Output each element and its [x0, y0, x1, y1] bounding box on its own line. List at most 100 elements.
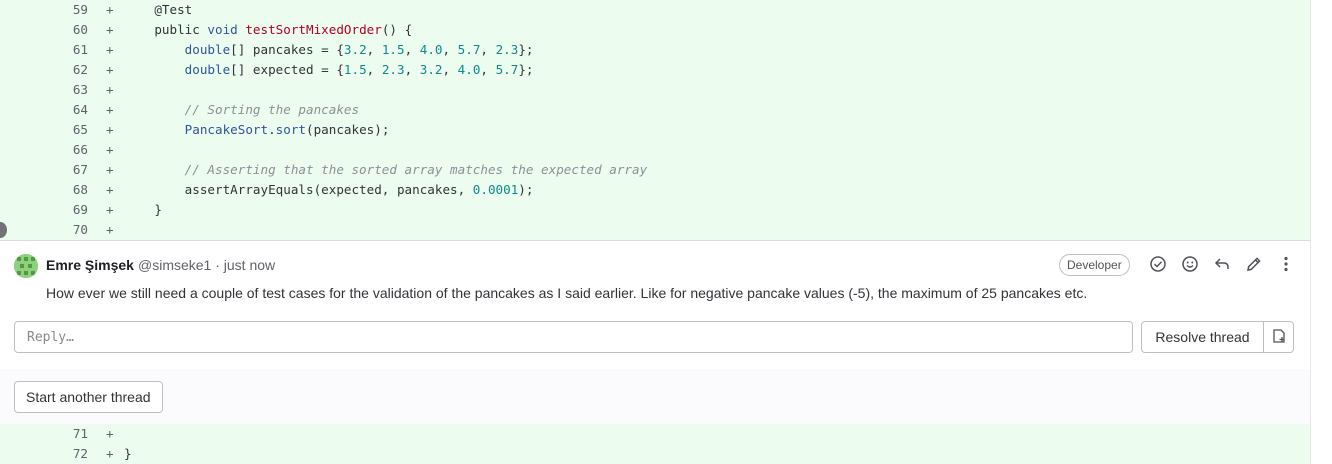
code-token: double	[184, 42, 231, 57]
line-number[interactable]: 69	[45, 200, 90, 220]
code-token: ,	[480, 62, 496, 77]
resolve-thread-button[interactable]: Resolve thread	[1141, 321, 1264, 353]
code-token: PancakeSort	[184, 122, 269, 137]
code-text: }	[124, 200, 162, 220]
diff-line: 69 + }	[0, 200, 1310, 220]
diff-code-block-bottom: 71 +72 +}	[0, 424, 1310, 464]
added-line-marker: +	[106, 202, 114, 217]
added-line-marker: +	[106, 82, 114, 97]
discussion-note: Emre Şimşek @simseke1 · just now Develop…	[0, 241, 1310, 369]
right-gutter	[1310, 0, 1332, 464]
code-token: assertArrayEquals(expected, pancakes,	[184, 182, 473, 197]
added-line-marker: +	[106, 162, 114, 177]
role-badge: Developer	[1059, 254, 1130, 276]
code-token: double	[184, 62, 231, 77]
code-token: 0.0001	[472, 182, 519, 197]
line-number[interactable]: 65	[45, 120, 90, 140]
added-line-marker: +	[106, 122, 114, 137]
code-token: 2.3	[381, 62, 405, 77]
code-text: }	[124, 444, 132, 464]
code-token: // Sorting the pancakes	[184, 102, 360, 117]
added-line-marker: +	[106, 102, 114, 117]
code-token: ,	[442, 42, 458, 57]
diff-line: 67 + // Asserting that the sorted array m…	[0, 160, 1310, 180]
code-token: 1.5	[381, 42, 405, 57]
line-number[interactable]: 72	[45, 444, 90, 464]
diff-line: 64 + // Sorting the pancakes	[0, 100, 1310, 120]
code-text: PancakeSort.sort(pancakes);	[124, 120, 390, 140]
code-text: double[] expected = {1.5, 2.3, 3.2, 4.0,…	[124, 60, 534, 80]
code-token: testSortMixedOrder	[245, 22, 382, 37]
code-token: ,	[404, 42, 420, 57]
line-number[interactable]: 71	[45, 424, 90, 444]
discussion-thread: Emre Şimşek @simseke1 · just now Develop…	[0, 240, 1310, 424]
code-token: 3.2	[419, 62, 443, 77]
code-token: void	[207, 22, 246, 37]
added-line-marker: +	[106, 446, 114, 461]
diff-code-block-top: 59 + @Test 60 + public void testSortMixedOr…	[0, 0, 1310, 240]
diff-file-pane: 59 + @Test 60 + public void testSortMixedOr…	[0, 0, 1310, 464]
create-issue-button[interactable]	[1263, 321, 1294, 353]
start-another-thread-button[interactable]: Start another thread	[14, 381, 163, 413]
more-actions-icon[interactable]	[1275, 255, 1297, 277]
code-text: @Test	[124, 0, 192, 20]
line-number[interactable]: 61	[45, 40, 90, 60]
diff-line: 62 + double[] expected = {1.5, 2.3, 3.2, …	[0, 60, 1310, 80]
code-token: ,	[480, 42, 496, 57]
code-token: };	[518, 62, 534, 77]
added-line-marker: +	[106, 22, 114, 37]
code-token: [] pancakes = {	[230, 42, 344, 57]
diff-line: 59 + @Test	[0, 0, 1310, 20]
diff-line: 66 +	[0, 140, 1310, 160]
line-number[interactable]: 59	[45, 0, 90, 20]
line-number[interactable]: 64	[45, 100, 90, 120]
resolve-check-icon[interactable]	[1147, 255, 1169, 277]
code-token: ,	[366, 62, 382, 77]
diff-line: 71 +	[0, 424, 1310, 444]
code-token: 1.5	[343, 62, 367, 77]
line-number[interactable]: 68	[45, 180, 90, 200]
line-number[interactable]: 62	[45, 60, 90, 80]
emoji-reaction-icon[interactable]	[1179, 255, 1201, 277]
line-number[interactable]: 66	[45, 140, 90, 160]
code-token: (pancakes);	[306, 122, 390, 137]
added-line-marker: +	[106, 182, 114, 197]
line-number[interactable]: 60	[45, 20, 90, 40]
line-number[interactable]: 67	[45, 160, 90, 180]
code-token: 4.0	[457, 62, 481, 77]
code-text: double[] pancakes = {3.2, 1.5, 4.0, 5.7,…	[124, 40, 534, 60]
diff-line: 63 +	[0, 80, 1310, 100]
code-token: .	[268, 122, 276, 137]
code-token: () {	[381, 22, 413, 37]
code-text: assertArrayEquals(expected, pancakes, 0.…	[124, 180, 534, 200]
edit-pencil-icon[interactable]	[1243, 255, 1265, 277]
added-line-marker: +	[106, 142, 114, 157]
code-token: // Asserting that the sorted array match…	[184, 162, 648, 177]
note-meta: @simseke1 · just now	[138, 257, 276, 273]
reply-icon[interactable]	[1211, 255, 1233, 277]
code-token: 3.2	[343, 42, 367, 57]
code-token: 5.7	[495, 62, 519, 77]
code-token: );	[518, 182, 534, 197]
diff-line: 60 + public void testSortMixedOrder() {	[0, 20, 1310, 40]
line-number[interactable]: 70	[45, 220, 90, 240]
line-number[interactable]: 63	[45, 80, 90, 100]
note-body: How ever we still need a couple of test …	[46, 285, 1088, 301]
diff-line: 68 + assertArrayEquals(expected, pancakes…	[0, 180, 1310, 200]
code-token: @Test	[154, 2, 193, 17]
added-line-marker: +	[106, 222, 114, 237]
code-token: ,	[404, 62, 420, 77]
added-line-marker: +	[106, 62, 114, 77]
reply-input[interactable]	[14, 321, 1133, 353]
added-line-marker: +	[106, 2, 114, 17]
code-token: ,	[442, 62, 458, 77]
code-token: };	[518, 42, 534, 57]
code-text: public void testSortMixedOrder() {	[124, 20, 412, 40]
create-issue-icon	[1272, 328, 1285, 343]
avatar[interactable]	[14, 254, 38, 278]
code-token: [] expected = {	[230, 62, 344, 77]
code-token: sort	[275, 122, 307, 137]
code-token: 4.0	[419, 42, 443, 57]
diff-line: 70 +	[0, 220, 1310, 240]
note-author-name[interactable]: Emre Şimşek	[46, 257, 134, 273]
